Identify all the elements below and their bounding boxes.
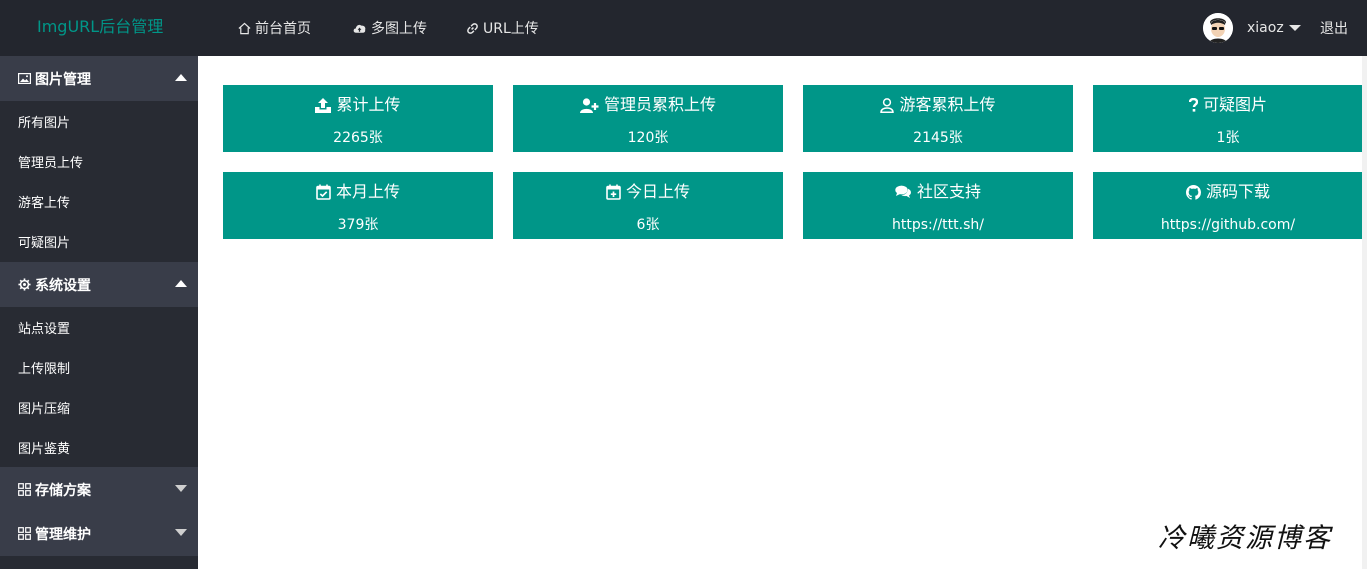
nav-multi-upload[interactable]: 多图上传 — [352, 0, 427, 56]
logout-link[interactable]: 退出 — [1320, 0, 1348, 56]
sidebar-item-image-moderation[interactable]: 图片鉴黄 — [0, 427, 198, 467]
chevron-down-icon — [1288, 25, 1301, 31]
card-title-row: 累计上传 — [223, 94, 493, 116]
sidebar-item-site-settings[interactable]: 站点设置 — [0, 307, 198, 347]
page-scrollbar[interactable] — [1362, 56, 1367, 569]
sidebar-section-storage[interactable]: 存储方案 — [0, 467, 198, 512]
question-icon — [1188, 98, 1198, 112]
calendar-plus-icon — [606, 184, 621, 200]
nav-url-upload-label: URL上传 — [483, 21, 539, 37]
card-today-uploads[interactable]: 今日上传 6张 — [513, 172, 783, 239]
chevron-up-icon — [175, 280, 187, 287]
card-title-row: 源码下载 — [1093, 181, 1363, 203]
user-menu[interactable]: xiaoz — [1247, 0, 1301, 56]
card-month-uploads[interactable]: 本月上传 379张 — [223, 172, 493, 239]
card-source-download[interactable]: 源码下载 https://github.com/ — [1093, 172, 1363, 239]
sidebar-section-label: 系统设置 — [35, 277, 91, 294]
sidebar-item-suspicious-images[interactable]: 可疑图片 — [0, 221, 198, 261]
card-title: 源码下载 — [1205, 182, 1270, 201]
sidebar-item-upload-limits[interactable]: 上传限制 — [0, 347, 198, 387]
sidebar-section-label: 管理维护 — [35, 526, 91, 543]
card-title: 本月上传 — [335, 182, 400, 201]
user-plus-icon — [579, 97, 599, 113]
card-value: 6张 — [636, 217, 660, 233]
sidebar-section-system-settings[interactable]: 系统设置 — [0, 262, 198, 307]
top-header: ImgURL后台管理 前台首页 多图上传 URL上传 xiaoz 退出 — [0, 0, 1367, 56]
user-icon — [880, 97, 895, 113]
cloud-upload-icon — [353, 24, 366, 33]
card-title: 可疑图片 — [1202, 95, 1267, 114]
card-title: 累计上传 — [336, 95, 401, 114]
gear-icon — [18, 278, 31, 291]
github-icon — [1185, 184, 1201, 200]
card-title-row: 管理员累积上传 — [513, 94, 783, 116]
chevron-down-icon — [175, 485, 187, 492]
sidebar-item-image-compression[interactable]: 图片压缩 — [0, 387, 198, 427]
card-title: 今日上传 — [625, 182, 690, 201]
sidebar-section-label: 图片管理 — [35, 71, 91, 88]
card-title-row: 社区支持 — [803, 181, 1073, 203]
sidebar-section-image-management[interactable]: 图片管理 — [0, 56, 198, 101]
card-value: 120张 — [627, 130, 669, 146]
watermark-text: 冷曦资源博客 — [1158, 523, 1332, 554]
card-title-row: 今日上传 — [513, 181, 783, 203]
sidebar-section-maintenance[interactable]: 管理维护 — [0, 511, 198, 556]
card-title-row: 本月上传 — [223, 181, 493, 203]
sidebar: 图片管理 所有图片 管理员上传 游客上传 可疑图片 系统设置 站点设置 上传限制… — [0, 56, 198, 569]
sidebar-item-all-images[interactable]: 所有图片 — [0, 101, 198, 141]
username-label: xiaoz — [1247, 20, 1284, 36]
apps-icon — [18, 483, 31, 496]
sidebar-item-guest-uploads[interactable]: 游客上传 — [0, 181, 198, 221]
image-icon — [18, 73, 31, 84]
nav-home[interactable]: 前台首页 — [238, 0, 311, 56]
card-suspicious-images[interactable]: 可疑图片 1张 — [1093, 85, 1363, 152]
card-guest-uploads[interactable]: 游客累积上传 2145张 — [803, 85, 1073, 152]
nav-home-label: 前台首页 — [255, 21, 311, 37]
card-value[interactable]: https://github.com/ — [1093, 216, 1363, 234]
avatar[interactable] — [1203, 13, 1233, 43]
app-logo[interactable]: ImgURL后台管理 — [37, 16, 163, 38]
sidebar-item-admin-uploads[interactable]: 管理员上传 — [0, 141, 198, 181]
card-value: 2145张 — [913, 130, 963, 146]
apps-icon — [18, 527, 31, 540]
card-community-support[interactable]: 社区支持 https://ttt.sh/ — [803, 172, 1073, 239]
sidebar-section-label: 存储方案 — [35, 482, 91, 499]
card-title-row: 可疑图片 — [1093, 94, 1363, 116]
card-value[interactable]: https://ttt.sh/ — [803, 216, 1073, 234]
nav-url-upload[interactable]: URL上传 — [466, 0, 539, 56]
card-title: 游客累积上传 — [899, 95, 996, 114]
card-total-uploads[interactable]: 累计上传 2265张 — [223, 85, 493, 152]
card-value: 1张 — [1216, 130, 1240, 146]
card-value: 379张 — [337, 217, 379, 233]
comments-icon — [895, 185, 911, 198]
upload-icon — [315, 97, 332, 113]
home-icon — [238, 22, 251, 34]
card-title: 管理员累积上传 — [603, 95, 716, 114]
chevron-up-icon — [175, 74, 187, 81]
card-admin-uploads[interactable]: 管理员累积上传 120张 — [513, 85, 783, 152]
nav-multi-upload-label: 多图上传 — [371, 21, 427, 37]
link-icon — [467, 22, 478, 34]
chevron-down-icon — [175, 529, 187, 536]
card-title: 社区支持 — [916, 182, 981, 201]
card-title-row: 游客累积上传 — [803, 94, 1073, 116]
calendar-check-icon — [316, 184, 331, 200]
card-value: 2265张 — [333, 130, 383, 146]
